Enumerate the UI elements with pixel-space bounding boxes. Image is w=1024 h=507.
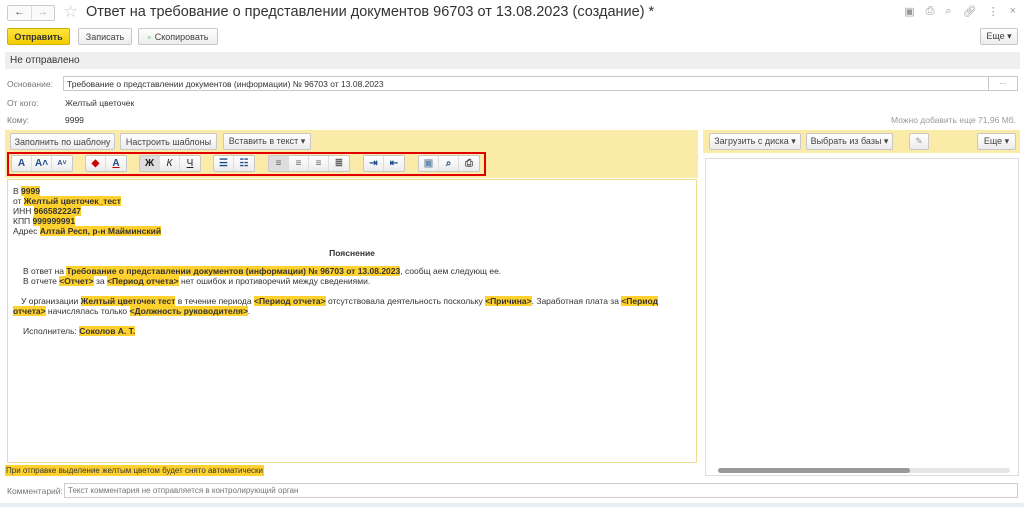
nav-buttons: ← →	[7, 5, 55, 21]
insert-text-button[interactable]: Вставить в текст ▾	[223, 133, 311, 150]
to-label: Кому:	[7, 115, 30, 125]
field-recipient: 9999	[21, 186, 40, 196]
edit-button[interactable]: ✎	[909, 133, 929, 150]
from-value: Желтый цветочек	[65, 98, 135, 108]
bold-button[interactable]: Ж	[140, 156, 160, 171]
align-right-icon[interactable]: ≡	[309, 156, 329, 171]
print-doc-icon[interactable]: ⎙	[459, 156, 479, 171]
basis-select-button[interactable]: ...	[988, 76, 1018, 91]
save-doc-icon[interactable]: ▣	[419, 156, 439, 171]
indent-decrease-icon[interactable]: ⇤	[384, 156, 404, 171]
align-justify-icon[interactable]: ≣	[329, 156, 349, 171]
field-org: Желтый цветочек_тест	[23, 196, 121, 206]
list-group: ☰ ☷	[213, 155, 255, 172]
basis-label: Основание:	[7, 79, 53, 89]
font-size-group: A A˄ A˅	[11, 155, 73, 172]
setup-templates-button[interactable]: Настроить шаблоны	[120, 133, 217, 150]
save-icon[interactable]: ▣	[904, 5, 914, 18]
basis-field[interactable]: Требование о представлении документов (и…	[63, 76, 989, 91]
text-color-icon[interactable]: A	[106, 156, 126, 171]
to-value: 9999	[65, 115, 84, 125]
comment-input[interactable]	[64, 483, 1018, 498]
document-editor[interactable]: В 9999 от Желтый цветочек_тест ИНН 96658…	[7, 179, 697, 463]
scrollbar-thumb[interactable]	[718, 468, 910, 473]
bottom-border	[0, 503, 1024, 507]
back-button[interactable]: ←	[8, 6, 32, 20]
attachments-list[interactable]	[705, 158, 1019, 476]
style-group: ЖКЧ	[139, 155, 201, 172]
document-heading: Пояснение	[329, 248, 375, 258]
copy-icon: ▫	[147, 31, 151, 42]
align-center-icon[interactable]: ≡	[289, 156, 309, 171]
font-increase-icon[interactable]: A˄	[32, 156, 52, 171]
window-controls: ▣ ⎙ ⌕ 🔗︎ ⋮ ×	[904, 5, 1016, 18]
comment-label: Комментарий:	[7, 486, 63, 496]
align-left-icon[interactable]: ≡	[269, 156, 289, 171]
indent-increase-icon[interactable]: ⇥	[364, 156, 384, 171]
field-inn: 9665822247	[33, 206, 82, 216]
align-group: ≡ ≡ ≡ ≣	[268, 155, 350, 172]
upload-from-disk-button[interactable]: Загрузить с диска ▾	[709, 133, 801, 150]
forward-button[interactable]: →	[32, 6, 55, 20]
file-group: ▣ ⌕ ⎙	[418, 155, 480, 172]
preview-icon[interactable]: ⌕	[945, 5, 951, 18]
close-icon[interactable]: ×	[1010, 5, 1016, 18]
font-decrease-icon[interactable]: A˅	[52, 156, 72, 171]
fill-template-button[interactable]: Заполнить по шаблону	[10, 133, 115, 150]
star-icon[interactable]: ☆	[63, 2, 78, 22]
menu-icon[interactable]: ⋮	[988, 5, 999, 18]
send-button[interactable]: Отправить	[7, 28, 70, 45]
print-icon[interactable]: ⎙	[926, 5, 935, 18]
font-icon[interactable]: A	[12, 156, 32, 171]
pencil-icon: ✎	[915, 136, 923, 146]
window-title: Ответ на требование о представлении доку…	[86, 4, 655, 20]
from-label: От кого:	[7, 98, 39, 108]
numbered-list-icon[interactable]: ☷	[234, 156, 254, 171]
save-button[interactable]: Записать	[78, 28, 132, 45]
bullet-list-icon[interactable]: ☰	[214, 156, 234, 171]
copy-button[interactable]: ▫ Скопировать	[138, 28, 218, 45]
status-bar: Не отправлено	[5, 52, 1020, 69]
indent-group: ⇥ ⇤	[363, 155, 405, 172]
link-icon[interactable]: 🔗︎	[963, 5, 977, 18]
italic-button[interactable]: К	[160, 156, 180, 171]
preview-doc-icon[interactable]: ⌕	[439, 156, 459, 171]
underline-button[interactable]: Ч	[180, 156, 200, 171]
highlight-note: При отправке выделение желтым цветом буд…	[5, 465, 265, 476]
space-left: Можно добавить еще 71,96 Мб.	[891, 115, 1016, 125]
highlight-color-icon[interactable]: ◆	[86, 156, 106, 171]
attachments-more-button[interactable]: Еще ▾	[977, 133, 1016, 150]
color-group: ◆ A	[85, 155, 127, 172]
field-address: Алтай Респ, р-н Майминский	[39, 226, 162, 236]
select-from-base-button[interactable]: Выбрать из базы ▾	[806, 133, 893, 150]
more-button[interactable]: Еще ▾	[980, 28, 1018, 45]
field-kpp: 999999991	[32, 216, 76, 226]
horizontal-scrollbar[interactable]	[718, 468, 1010, 473]
